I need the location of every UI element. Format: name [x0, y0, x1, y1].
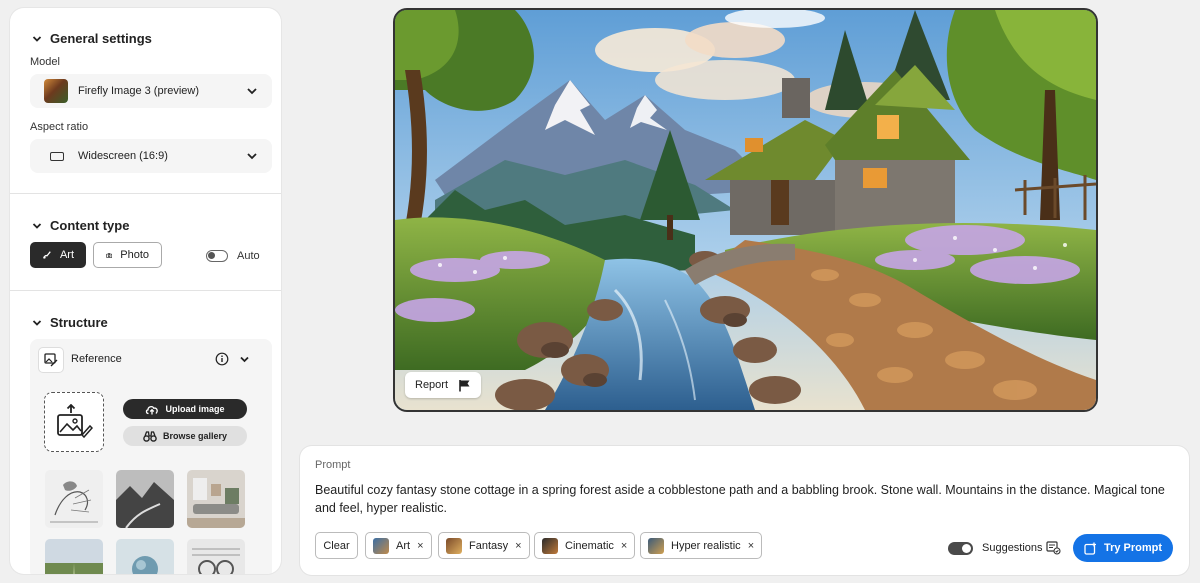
flag-icon [459, 379, 470, 391]
reference-label: Reference [71, 353, 122, 365]
image-upload-icon [57, 404, 93, 439]
prompt-label: Prompt [315, 459, 351, 471]
photo-label: Photo [120, 249, 149, 261]
suggestions-toggle[interactable] [948, 542, 973, 555]
model-select[interactable]: Firefly Image 3 (preview) [30, 74, 272, 108]
structure-title: Structure [50, 315, 108, 330]
model-thumbnail [44, 79, 68, 103]
binoculars-icon [143, 430, 157, 442]
settings-panel: General settings Model Firefly Image 3 (… [10, 8, 281, 574]
chip-label: Art [396, 539, 411, 552]
photo-button[interactable]: Photo [93, 242, 162, 268]
fantasy-cottage-artwork [395, 10, 1096, 410]
divider [10, 193, 281, 194]
brush-icon [43, 251, 51, 259]
chip-thumbnail [542, 537, 558, 554]
close-icon[interactable]: × [748, 540, 754, 552]
generated-image[interactable]: Report [393, 8, 1098, 412]
content-type-title: Content type [50, 218, 130, 233]
aspect-rect-icon [50, 151, 64, 161]
chevron-down-icon [32, 35, 42, 42]
chip-label: Cinematic [565, 539, 614, 552]
browse-gallery-button[interactable]: Browse gallery [123, 426, 247, 446]
clear-label: Clear [323, 539, 350, 552]
close-icon[interactable]: × [621, 540, 627, 552]
upload-image-label: Upload image [165, 404, 225, 414]
aspect-ratio-value: Widescreen (16:9) [78, 150, 168, 162]
upload-image-button[interactable]: Upload image [123, 399, 247, 419]
style-chip-fantasy[interactable]: Fantasy × [438, 532, 530, 559]
reference-icon [38, 347, 64, 373]
info-icon[interactable] [215, 352, 229, 366]
general-settings-title: General settings [50, 31, 152, 46]
auto-toggle[interactable] [206, 250, 228, 262]
browse-gallery-label: Browse gallery [162, 431, 228, 441]
image-drop-zone[interactable] [44, 392, 104, 452]
gallery-thumbnail[interactable] [45, 539, 103, 574]
auto-label: Auto [237, 250, 260, 262]
suggestions-icon[interactable] [1046, 541, 1061, 555]
toggle-knob [962, 544, 971, 553]
gallery-thumbnail[interactable] [45, 470, 103, 528]
chevron-down-icon [247, 88, 257, 95]
aspect-ratio-select[interactable]: Widescreen (16:9) [30, 139, 272, 173]
model-value: Firefly Image 3 (preview) [78, 85, 200, 97]
general-settings-header[interactable]: General settings [32, 31, 152, 46]
prompt-textarea[interactable]: Beautiful cozy fantasy stone cottage in … [315, 481, 1185, 517]
reference-box: Reference Upload image Browse gallery [30, 339, 272, 574]
style-chip-cinematic[interactable]: Cinematic × [534, 532, 636, 559]
gallery-thumbnail[interactable] [116, 470, 174, 528]
upload-cloud-icon [146, 405, 159, 414]
chip-label: Hyper realistic [671, 539, 741, 552]
close-icon[interactable]: × [515, 540, 521, 552]
content-type-header[interactable]: Content type [32, 218, 129, 233]
aspect-ratio-label: Aspect ratio [30, 121, 89, 133]
chevron-down-icon[interactable] [239, 354, 250, 365]
chip-thumbnail [648, 537, 664, 554]
try-prompt-icon [1084, 542, 1096, 555]
divider [10, 290, 281, 291]
art-label: Art [59, 249, 74, 261]
style-chip-hyper-realistic[interactable]: Hyper realistic × [640, 532, 763, 559]
style-chip-art[interactable]: Art × [365, 532, 432, 559]
chevron-down-icon [247, 153, 257, 160]
chevron-down-icon [32, 222, 42, 229]
report-label: Report [415, 379, 449, 391]
art-button[interactable]: Art [30, 242, 86, 268]
model-label: Model [30, 56, 60, 68]
chip-label: Fantasy [469, 539, 509, 552]
structure-header[interactable]: Structure [32, 315, 108, 330]
try-prompt-button[interactable]: Try Prompt [1073, 534, 1173, 562]
close-icon[interactable]: × [417, 540, 423, 552]
try-prompt-label: Try Prompt [1103, 542, 1163, 554]
clear-button[interactable]: Clear [315, 532, 358, 559]
gallery-thumbnail[interactable] [187, 470, 245, 528]
chip-thumbnail [373, 537, 389, 554]
chevron-down-icon [32, 319, 42, 326]
report-button[interactable]: Report [405, 372, 482, 398]
prompt-panel: Prompt Beautiful cozy fantasy stone cott… [300, 446, 1189, 575]
suggestions-label: Suggestions [982, 542, 1043, 554]
chip-thumbnail [446, 537, 462, 554]
camera-icon [106, 252, 113, 258]
gallery-thumbnail[interactable] [187, 539, 245, 574]
gallery-thumbnail[interactable] [116, 539, 174, 574]
